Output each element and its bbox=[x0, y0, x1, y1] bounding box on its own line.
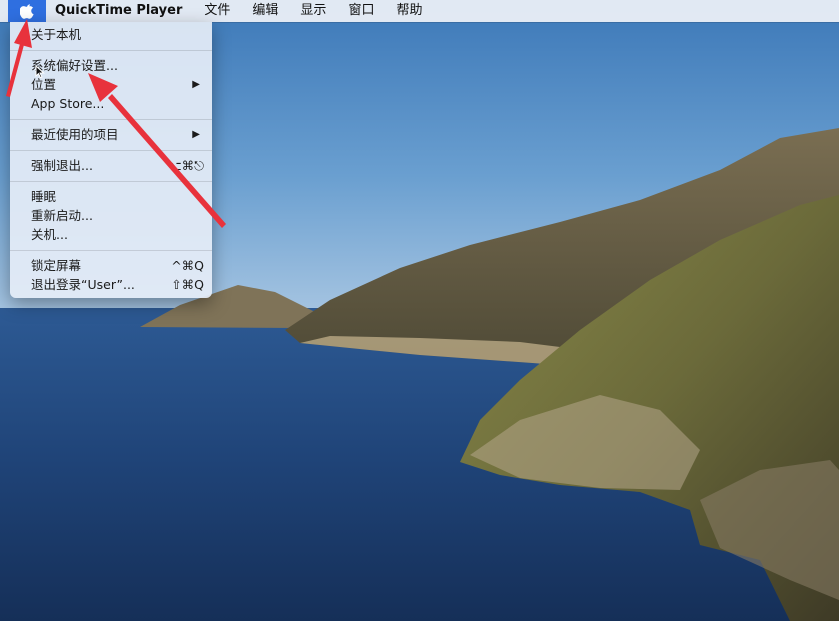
menu-item-label: 强制退出... bbox=[31, 158, 93, 173]
menu-item-recent-items[interactable]: 最近使用的项目 ▶ bbox=[10, 125, 212, 144]
menu-item-label: 锁定屏幕 bbox=[31, 258, 82, 273]
menu-item-app-store[interactable]: App Store... bbox=[10, 94, 212, 113]
mouse-cursor-icon bbox=[35, 65, 45, 79]
menu-item-label: 关机... bbox=[31, 227, 68, 242]
submenu-arrow-icon: ▶ bbox=[192, 129, 200, 140]
menu-item-shortcut: ^⌘Q bbox=[171, 258, 204, 273]
apple-menu-dropdown: 关于本机 系统偏好设置... 位置 ▶ App Store... 最近使用的项目… bbox=[10, 22, 212, 298]
menu-window[interactable]: 窗口 bbox=[337, 0, 385, 22]
menu-file[interactable]: 文件 bbox=[193, 0, 241, 22]
menu-item-force-quit[interactable]: 强制退出... ⌥⌘⎋ bbox=[10, 156, 212, 175]
menu-separator bbox=[10, 50, 212, 51]
menu-bar: QuickTime Player 文件 编辑 显示 窗口 帮助 bbox=[0, 0, 839, 22]
menu-item-label: 睡眠 bbox=[31, 189, 57, 204]
menu-item-shortcut: ⌥⌘⎋ bbox=[167, 158, 204, 173]
menu-separator bbox=[10, 150, 212, 151]
menu-item-lock-screen[interactable]: 锁定屏幕 ^⌘Q bbox=[10, 256, 212, 275]
menu-item-label: App Store... bbox=[31, 96, 105, 111]
menu-separator bbox=[10, 119, 212, 120]
menu-item-label: 最近使用的项目 bbox=[31, 127, 119, 142]
menu-item-about-this-mac[interactable]: 关于本机 bbox=[10, 25, 212, 44]
menu-quicktime-player[interactable]: QuickTime Player bbox=[46, 0, 193, 22]
menu-view[interactable]: 显示 bbox=[289, 0, 337, 22]
menu-item-label: 退出登录“User”... bbox=[31, 277, 135, 292]
menu-separator bbox=[10, 250, 212, 251]
apple-logo-icon bbox=[20, 4, 34, 19]
menu-item-log-out[interactable]: 退出登录“User”... ⇧⌘Q bbox=[10, 275, 212, 294]
menu-help[interactable]: 帮助 bbox=[385, 0, 433, 22]
menu-item-restart[interactable]: 重新启动... bbox=[10, 206, 212, 225]
apple-menu-button[interactable] bbox=[8, 0, 46, 22]
menu-item-shortcut: ⇧⌘Q bbox=[171, 277, 204, 292]
menu-item-label: 关于本机 bbox=[31, 27, 82, 42]
menu-item-label: 重新启动... bbox=[31, 208, 93, 223]
menu-edit[interactable]: 编辑 bbox=[241, 0, 289, 22]
menu-separator bbox=[10, 181, 212, 182]
menu-item-shutdown[interactable]: 关机... bbox=[10, 225, 212, 244]
menu-item-sleep[interactable]: 睡眠 bbox=[10, 187, 212, 206]
submenu-arrow-icon: ▶ bbox=[192, 79, 200, 90]
